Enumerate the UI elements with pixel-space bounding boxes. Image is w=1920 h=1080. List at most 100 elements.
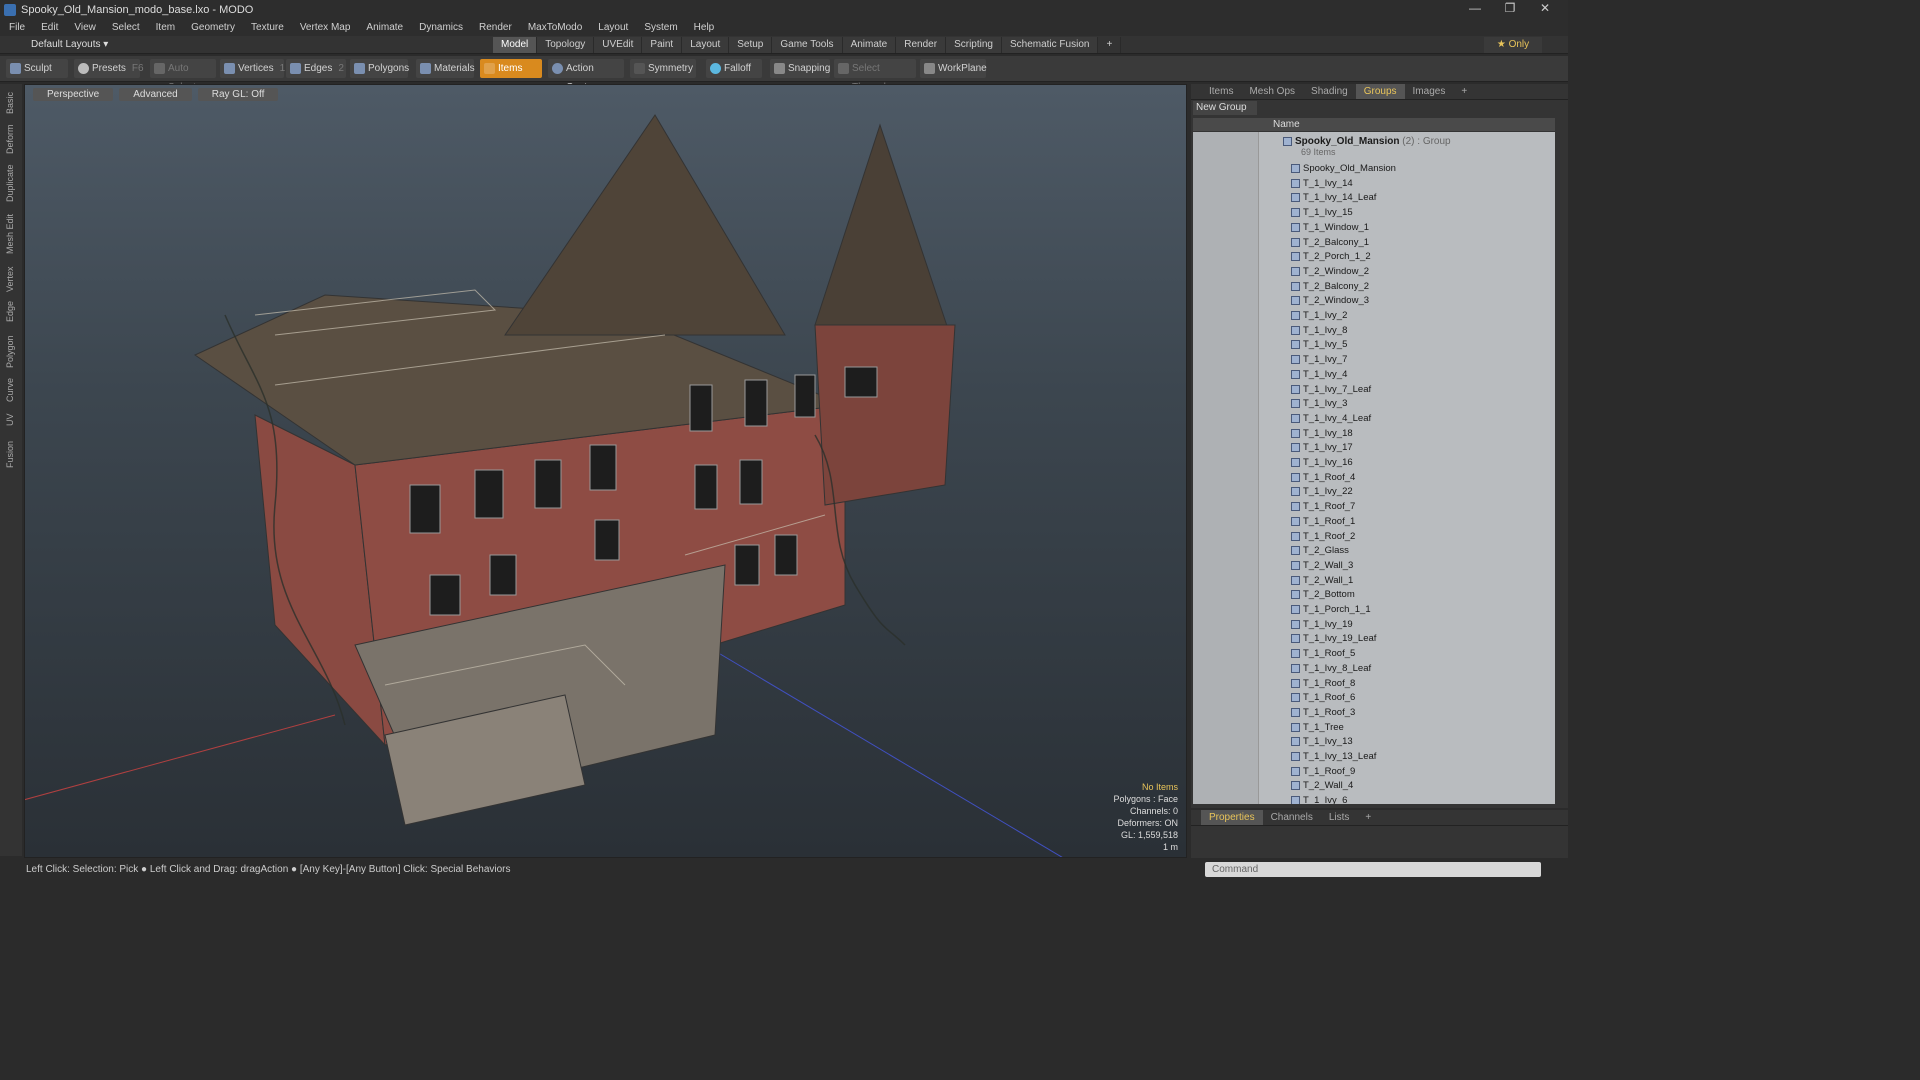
close-button[interactable]: ✕ — [1528, 0, 1562, 19]
3d-viewport[interactable]: Perspective Advanced Ray GL: Off No Item… — [24, 84, 1187, 858]
maximize-button[interactable]: ❐ — [1493, 0, 1527, 19]
menu-maxtomodo[interactable]: MaxToModo — [519, 22, 589, 33]
list-item[interactable]: T_2_Wall_1 — [1193, 573, 1555, 588]
left-tab-fusion[interactable]: Fusion — [5, 441, 15, 468]
group-row[interactable]: Spooky_Old_Mansion (2) : Group 69 Items — [1193, 134, 1555, 158]
list-item[interactable]: T_1_Roof_2 — [1193, 529, 1555, 544]
list-item[interactable]: T_1_Ivy_6 — [1193, 793, 1555, 804]
left-tab-vertex[interactable]: Vertex — [5, 266, 15, 292]
polygons-button[interactable]: Polygons — [350, 59, 409, 78]
add-bottom-tab-button[interactable]: + — [1357, 810, 1379, 825]
tab-game-tools[interactable]: Game Tools — [772, 37, 843, 53]
list-item[interactable]: T_1_Roof_7 — [1193, 499, 1555, 514]
tab-images[interactable]: Images — [1405, 84, 1454, 99]
only-toggle[interactable]: ★ Only — [1484, 37, 1542, 53]
menu-edit[interactable]: Edit — [32, 22, 65, 33]
sculpt-button[interactable]: Sculpt — [6, 59, 68, 78]
list-item[interactable]: T_1_Ivy_22 — [1193, 484, 1555, 499]
materials-button[interactable]: Materials — [416, 59, 475, 78]
menu-file[interactable]: File — [0, 22, 32, 33]
list-item[interactable]: T_1_Ivy_5 — [1193, 337, 1555, 352]
list-item[interactable]: T_1_Roof_4 — [1193, 470, 1555, 485]
menu-system[interactable]: System — [635, 22, 684, 33]
list-item[interactable]: T_1_Roof_8 — [1193, 676, 1555, 691]
menu-help[interactable]: Help — [685, 22, 722, 33]
list-item[interactable]: T_1_Tree — [1193, 720, 1555, 735]
tab-mesh-ops[interactable]: Mesh Ops — [1241, 84, 1303, 99]
list-item[interactable]: T_2_Wall_4 — [1193, 778, 1555, 793]
select-through-button[interactable]: Select Through — [834, 59, 916, 93]
list-item[interactable]: T_1_Ivy_7_Leaf — [1193, 382, 1555, 397]
vertices-button[interactable]: Vertices 1 — [220, 59, 285, 78]
list-item[interactable]: T_1_Ivy_8_Leaf — [1193, 661, 1555, 676]
list-item[interactable]: T_2_Balcony_2 — [1193, 279, 1555, 294]
list-item[interactable]: T_1_Roof_6 — [1193, 690, 1555, 705]
menu-animate[interactable]: Animate — [357, 22, 410, 33]
left-tab-uv[interactable]: UV — [5, 413, 15, 426]
symmetry-button[interactable]: Symmetry — [630, 59, 696, 78]
tab-topology[interactable]: Topology — [537, 37, 595, 53]
add-tab-button[interactable]: + — [1098, 37, 1122, 53]
menu-layout[interactable]: Layout — [589, 22, 635, 33]
list-item[interactable]: T_1_Ivy_4_Leaf — [1193, 411, 1555, 426]
list-item[interactable]: T_1_Porch_1_1 — [1193, 602, 1555, 617]
items-button[interactable]: Items — [480, 59, 542, 78]
left-tab-mesh-edit[interactable]: Mesh Edit — [5, 214, 15, 254]
workplane-button[interactable]: WorkPlane — [920, 59, 987, 78]
list-item[interactable]: T_1_Ivy_2 — [1193, 308, 1555, 323]
minimize-button[interactable]: — — [1458, 0, 1492, 19]
list-item[interactable]: T_2_Window_3 — [1193, 293, 1555, 308]
list-item[interactable]: T_1_Ivy_19_Leaf — [1193, 631, 1555, 646]
list-item[interactable]: T_1_Roof_9 — [1193, 764, 1555, 779]
tab-properties[interactable]: Properties — [1201, 810, 1263, 825]
tab-schematic-fusion[interactable]: Schematic Fusion — [1001, 37, 1099, 53]
list-item[interactable]: T_1_Ivy_14_Leaf — [1193, 190, 1555, 205]
tab-setup[interactable]: Setup — [729, 37, 773, 53]
tab-channels[interactable]: Channels — [1263, 810, 1321, 825]
list-item[interactable]: T_2_Balcony_1 — [1193, 235, 1555, 250]
list-item[interactable]: Spooky_Old_Mansion — [1193, 161, 1555, 176]
left-tab-basic[interactable]: Basic — [5, 92, 15, 114]
tab-scripting[interactable]: Scripting — [946, 37, 1002, 53]
list-item[interactable]: T_1_Ivy_3 — [1193, 396, 1555, 411]
default-layouts-dropdown[interactable]: Default Layouts ▾ — [31, 39, 108, 50]
tab-shading[interactable]: Shading — [1303, 84, 1356, 99]
list-item[interactable]: T_1_Ivy_17 — [1193, 440, 1555, 455]
list-item[interactable]: T_1_Window_1 — [1193, 220, 1555, 235]
action-center-button[interactable]: Action Center — [548, 59, 624, 93]
menu-dynamics[interactable]: Dynamics — [410, 22, 470, 33]
list-item[interactable]: T_1_Ivy_7 — [1193, 352, 1555, 367]
list-item[interactable]: T_1_Ivy_18 — [1193, 426, 1555, 441]
command-input[interactable]: Command — [1205, 862, 1541, 877]
shading-advanced-button[interactable]: Advanced — [119, 88, 192, 101]
groups-list[interactable]: Spooky_Old_Mansion (2) : Group 69 Items … — [1193, 132, 1555, 804]
auto-select-button[interactable]: Auto Select — [150, 59, 216, 93]
list-item[interactable]: T_1_Roof_3 — [1193, 705, 1555, 720]
list-item[interactable]: T_1_Ivy_16 — [1193, 455, 1555, 470]
menu-vertex-map[interactable]: Vertex Map — [291, 22, 358, 33]
new-group-button[interactable]: New Group — [1193, 101, 1257, 115]
tab-uvedit[interactable]: UVEdit — [594, 37, 643, 53]
list-item[interactable]: T_1_Ivy_13 — [1193, 734, 1555, 749]
list-item[interactable]: T_2_Glass — [1193, 543, 1555, 558]
tab-lists[interactable]: Lists — [1321, 810, 1358, 825]
falloff-button[interactable]: Falloff — [706, 59, 762, 78]
list-item[interactable]: T_1_Ivy_8 — [1193, 323, 1555, 338]
tab-items[interactable]: Items — [1201, 84, 1241, 99]
tab-paint[interactable]: Paint — [642, 37, 683, 53]
left-tab-curve[interactable]: Curve — [5, 378, 15, 402]
menu-select[interactable]: Select — [103, 22, 147, 33]
tab-model[interactable]: Model — [493, 37, 538, 53]
left-tab-edge[interactable]: Edge — [5, 301, 15, 322]
tab-layout[interactable]: Layout — [682, 37, 730, 53]
menu-view[interactable]: View — [65, 22, 103, 33]
view-perspective-button[interactable]: Perspective — [33, 88, 114, 101]
list-item[interactable]: T_2_Bottom — [1193, 587, 1555, 602]
left-tab-duplicate[interactable]: Duplicate — [5, 164, 15, 202]
left-tab-polygon[interactable]: Polygon — [5, 335, 15, 368]
menu-texture[interactable]: Texture — [242, 22, 291, 33]
list-item[interactable]: T_1_Roof_1 — [1193, 514, 1555, 529]
tab-render[interactable]: Render — [896, 37, 947, 53]
tab-animate[interactable]: Animate — [842, 37, 897, 53]
list-item[interactable]: T_2_Window_2 — [1193, 264, 1555, 279]
